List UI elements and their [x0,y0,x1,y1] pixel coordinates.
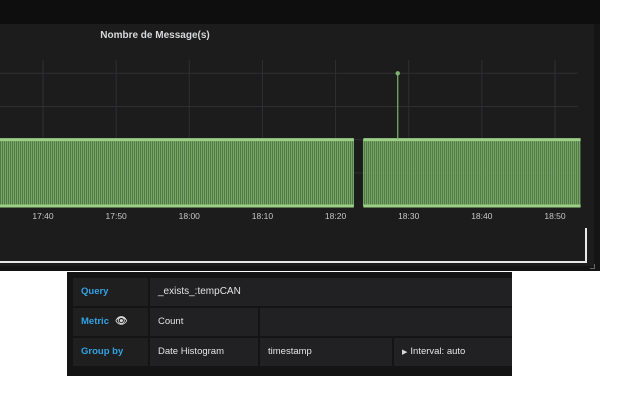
group-field-select[interactable]: timestamp [260,338,392,366]
x-tick-label: 17:40 [32,211,54,221]
query-row: Query _exists_:tempCAN [73,278,512,306]
caret-right-icon: ▶ [402,349,408,356]
x-tick-label: 17:50 [106,211,128,221]
eye-icon[interactable]: 👁 [115,316,128,327]
group-type-select[interactable]: Date Histogram [150,338,258,366]
query-editor: Query _exists_:tempCAN Metric 👁 Count Gro… [67,272,512,376]
group-by-label: Group by [73,338,148,366]
spike-point [395,71,400,76]
x-tick-label: 18:50 [544,211,566,221]
metric-label-cell[interactable]: Metric 👁 [73,308,148,336]
metric-type-select[interactable]: Count [150,308,258,336]
bar-chart: 17:40 17:50 18:00 18:10 18:20 18:30 18:40 18:50 [0,60,581,221]
query-input[interactable]: _exists_:tempCAN [150,278,512,306]
interval-label: Interval: auto [410,346,466,357]
x-tick-label: 18:00 [179,211,201,221]
panel-resize-border-right[interactable] [585,228,587,263]
x-tick-label: 18:30 [398,211,420,221]
group-by-row: Group by Date Histogram timestamp ▶ Inter… [73,338,512,366]
query-label: Query [73,278,148,306]
x-tick-label: 18:40 [471,211,493,221]
resize-handle-icon[interactable] [590,264,595,269]
interval-options-toggle[interactable]: ▶ Interval: auto [394,338,512,366]
bar-segment-fill [363,139,581,206]
graph-panel: Nombre de Message(s) 17:40 17:50 18:00 18:1… [0,0,600,271]
bar-segment-fill [0,139,354,206]
x-tick-label: 18:20 [325,211,347,221]
metric-label: Metric [81,316,109,327]
metric-row: Metric 👁 Count [73,308,512,336]
x-tick-label: 18:10 [252,211,274,221]
metric-options-area [260,308,512,336]
panel-resize-border-bottom[interactable] [0,261,587,263]
